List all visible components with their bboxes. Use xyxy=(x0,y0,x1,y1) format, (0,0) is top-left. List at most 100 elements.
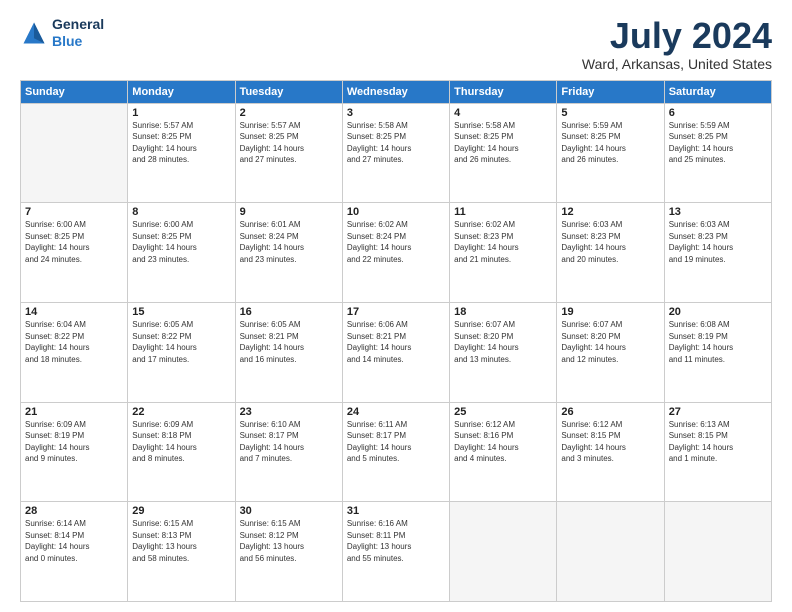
table-row: 13Sunrise: 6:03 AM Sunset: 8:23 PM Dayli… xyxy=(664,203,771,303)
table-row xyxy=(664,502,771,602)
day-number: 9 xyxy=(240,206,338,218)
day-info: Sunrise: 5:59 AM Sunset: 8:25 PM Dayligh… xyxy=(669,120,767,166)
day-info: Sunrise: 6:09 AM Sunset: 8:18 PM Dayligh… xyxy=(132,419,230,465)
day-info: Sunrise: 5:59 AM Sunset: 8:25 PM Dayligh… xyxy=(561,120,659,166)
table-row: 2Sunrise: 5:57 AM Sunset: 8:25 PM Daylig… xyxy=(235,103,342,203)
table-row: 15Sunrise: 6:05 AM Sunset: 8:22 PM Dayli… xyxy=(128,302,235,402)
day-info: Sunrise: 5:58 AM Sunset: 8:25 PM Dayligh… xyxy=(347,120,445,166)
table-row: 27Sunrise: 6:13 AM Sunset: 8:15 PM Dayli… xyxy=(664,402,771,502)
day-number: 26 xyxy=(561,406,659,418)
table-row: 14Sunrise: 6:04 AM Sunset: 8:22 PM Dayli… xyxy=(21,302,128,402)
logo-text: General Blue xyxy=(52,16,104,50)
table-row: 16Sunrise: 6:05 AM Sunset: 8:21 PM Dayli… xyxy=(235,302,342,402)
day-info: Sunrise: 6:09 AM Sunset: 8:19 PM Dayligh… xyxy=(25,419,123,465)
day-info: Sunrise: 6:14 AM Sunset: 8:14 PM Dayligh… xyxy=(25,518,123,564)
day-info: Sunrise: 6:07 AM Sunset: 8:20 PM Dayligh… xyxy=(454,319,552,365)
header-monday: Monday xyxy=(128,80,235,103)
table-row: 9Sunrise: 6:01 AM Sunset: 8:24 PM Daylig… xyxy=(235,203,342,303)
day-info: Sunrise: 6:01 AM Sunset: 8:24 PM Dayligh… xyxy=(240,219,338,265)
day-number: 30 xyxy=(240,505,338,517)
table-row: 3Sunrise: 5:58 AM Sunset: 8:25 PM Daylig… xyxy=(342,103,449,203)
table-row: 17Sunrise: 6:06 AM Sunset: 8:21 PM Dayli… xyxy=(342,302,449,402)
day-info: Sunrise: 6:05 AM Sunset: 8:22 PM Dayligh… xyxy=(132,319,230,365)
table-row: 22Sunrise: 6:09 AM Sunset: 8:18 PM Dayli… xyxy=(128,402,235,502)
day-number: 27 xyxy=(669,406,767,418)
day-number: 2 xyxy=(240,107,338,119)
day-number: 4 xyxy=(454,107,552,119)
calendar-week-row: 14Sunrise: 6:04 AM Sunset: 8:22 PM Dayli… xyxy=(21,302,772,402)
day-number: 24 xyxy=(347,406,445,418)
day-number: 7 xyxy=(25,206,123,218)
day-number: 18 xyxy=(454,306,552,318)
day-number: 23 xyxy=(240,406,338,418)
day-number: 10 xyxy=(347,206,445,218)
day-number: 25 xyxy=(454,406,552,418)
table-row xyxy=(557,502,664,602)
header-thursday: Thursday xyxy=(450,80,557,103)
day-info: Sunrise: 6:02 AM Sunset: 8:23 PM Dayligh… xyxy=(454,219,552,265)
day-info: Sunrise: 5:57 AM Sunset: 8:25 PM Dayligh… xyxy=(240,120,338,166)
day-info: Sunrise: 6:03 AM Sunset: 8:23 PM Dayligh… xyxy=(561,219,659,265)
day-info: Sunrise: 6:11 AM Sunset: 8:17 PM Dayligh… xyxy=(347,419,445,465)
day-info: Sunrise: 6:12 AM Sunset: 8:16 PM Dayligh… xyxy=(454,419,552,465)
day-info: Sunrise: 6:13 AM Sunset: 8:15 PM Dayligh… xyxy=(669,419,767,465)
day-number: 19 xyxy=(561,306,659,318)
day-info: Sunrise: 6:08 AM Sunset: 8:19 PM Dayligh… xyxy=(669,319,767,365)
table-row: 21Sunrise: 6:09 AM Sunset: 8:19 PM Dayli… xyxy=(21,402,128,502)
table-row xyxy=(21,103,128,203)
day-info: Sunrise: 6:15 AM Sunset: 8:13 PM Dayligh… xyxy=(132,518,230,564)
table-row: 20Sunrise: 6:08 AM Sunset: 8:19 PM Dayli… xyxy=(664,302,771,402)
calendar-header-row: Sunday Monday Tuesday Wednesday Thursday… xyxy=(21,80,772,103)
day-info: Sunrise: 6:00 AM Sunset: 8:25 PM Dayligh… xyxy=(132,219,230,265)
header-sunday: Sunday xyxy=(21,80,128,103)
day-info: Sunrise: 6:12 AM Sunset: 8:15 PM Dayligh… xyxy=(561,419,659,465)
day-info: Sunrise: 6:07 AM Sunset: 8:20 PM Dayligh… xyxy=(561,319,659,365)
day-number: 1 xyxy=(132,107,230,119)
header-wednesday: Wednesday xyxy=(342,80,449,103)
table-row: 4Sunrise: 5:58 AM Sunset: 8:25 PM Daylig… xyxy=(450,103,557,203)
day-number: 31 xyxy=(347,505,445,517)
day-number: 20 xyxy=(669,306,767,318)
day-info: Sunrise: 5:58 AM Sunset: 8:25 PM Dayligh… xyxy=(454,120,552,166)
day-number: 17 xyxy=(347,306,445,318)
day-number: 3 xyxy=(347,107,445,119)
day-number: 6 xyxy=(669,107,767,119)
day-info: Sunrise: 6:00 AM Sunset: 8:25 PM Dayligh… xyxy=(25,219,123,265)
table-row: 26Sunrise: 6:12 AM Sunset: 8:15 PM Dayli… xyxy=(557,402,664,502)
main-title: July 2024 xyxy=(582,16,772,56)
table-row: 1Sunrise: 5:57 AM Sunset: 8:25 PM Daylig… xyxy=(128,103,235,203)
table-row: 30Sunrise: 6:15 AM Sunset: 8:12 PM Dayli… xyxy=(235,502,342,602)
table-row: 31Sunrise: 6:16 AM Sunset: 8:11 PM Dayli… xyxy=(342,502,449,602)
table-row: 18Sunrise: 6:07 AM Sunset: 8:20 PM Dayli… xyxy=(450,302,557,402)
day-number: 21 xyxy=(25,406,123,418)
day-info: Sunrise: 6:04 AM Sunset: 8:22 PM Dayligh… xyxy=(25,319,123,365)
day-info: Sunrise: 6:02 AM Sunset: 8:24 PM Dayligh… xyxy=(347,219,445,265)
calendar-week-row: 28Sunrise: 6:14 AM Sunset: 8:14 PM Dayli… xyxy=(21,502,772,602)
header-saturday: Saturday xyxy=(664,80,771,103)
day-number: 28 xyxy=(25,505,123,517)
calendar-week-row: 1 Sunrise: 5:57 AM Sunset: 8:25 PM Daylig… xyxy=(21,103,772,203)
day-info: Sunrise: 6:15 AM Sunset: 8:12 PM Dayligh… xyxy=(240,518,338,564)
day-number: 22 xyxy=(132,406,230,418)
logo-icon xyxy=(20,19,48,47)
title-block: July 2024 Ward, Arkansas, United States xyxy=(582,16,772,72)
table-row: 28Sunrise: 6:14 AM Sunset: 8:14 PM Dayli… xyxy=(21,502,128,602)
table-row: 7Sunrise: 6:00 AM Sunset: 8:25 PM Daylig… xyxy=(21,203,128,303)
day-number: 5 xyxy=(561,107,659,119)
table-row: 10Sunrise: 6:02 AM Sunset: 8:24 PM Dayli… xyxy=(342,203,449,303)
header-friday: Friday xyxy=(557,80,664,103)
table-row: 11Sunrise: 6:02 AM Sunset: 8:23 PM Dayli… xyxy=(450,203,557,303)
calendar-week-row: 7Sunrise: 6:00 AM Sunset: 8:25 PM Daylig… xyxy=(21,203,772,303)
day-number: 13 xyxy=(669,206,767,218)
day-number: 15 xyxy=(132,306,230,318)
day-number: 16 xyxy=(240,306,338,318)
table-row: 29Sunrise: 6:15 AM Sunset: 8:13 PM Dayli… xyxy=(128,502,235,602)
day-number: 11 xyxy=(454,206,552,218)
table-row: 5Sunrise: 5:59 AM Sunset: 8:25 PM Daylig… xyxy=(557,103,664,203)
day-info: Sunrise: 6:16 AM Sunset: 8:11 PM Dayligh… xyxy=(347,518,445,564)
day-info: Sunrise: 6:05 AM Sunset: 8:21 PM Dayligh… xyxy=(240,319,338,365)
logo: General Blue xyxy=(20,16,104,50)
day-number: 29 xyxy=(132,505,230,517)
day-number: 14 xyxy=(25,306,123,318)
calendar-table: Sunday Monday Tuesday Wednesday Thursday… xyxy=(20,80,772,602)
